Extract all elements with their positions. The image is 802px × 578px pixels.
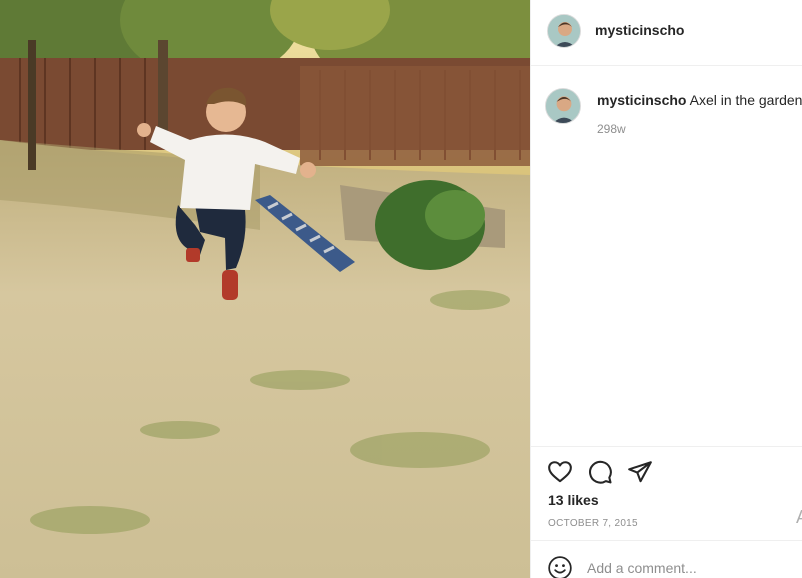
caption-username[interactable]: mysticinscho [597,92,686,108]
avatar[interactable] [547,14,581,48]
post-header: mysticinscho [531,0,802,66]
photo-scene [0,0,530,578]
caption-avatar[interactable] [545,88,581,124]
edge-glyph: A [796,507,802,528]
avatar-portrait-icon [546,89,580,123]
post-age[interactable]: 298w [597,122,626,136]
heart-icon[interactable] [547,459,573,485]
post-date: OCTOBER 7, 2015 [548,518,638,529]
paper-plane-icon[interactable] [627,459,653,485]
header-username[interactable]: mysticinscho [595,22,684,38]
caption-text: Axel in the garden. [689,92,802,108]
smiley-icon[interactable] [547,555,573,578]
likes-count[interactable]: 13 likes [548,492,599,508]
comment-input[interactable] [587,557,787,578]
avatar-portrait-icon [548,15,580,47]
comment-bubble-icon[interactable] [587,459,613,485]
comment-bar [531,540,802,578]
post-actions: 13 likes OCTOBER 7, 2015 A [531,446,802,540]
post-photo[interactable] [0,0,530,578]
caption-line: mysticinscho Axel in the garden. [597,92,802,108]
post-sidebar: mysticinscho mysticinscho Axel in the ga… [530,0,802,578]
